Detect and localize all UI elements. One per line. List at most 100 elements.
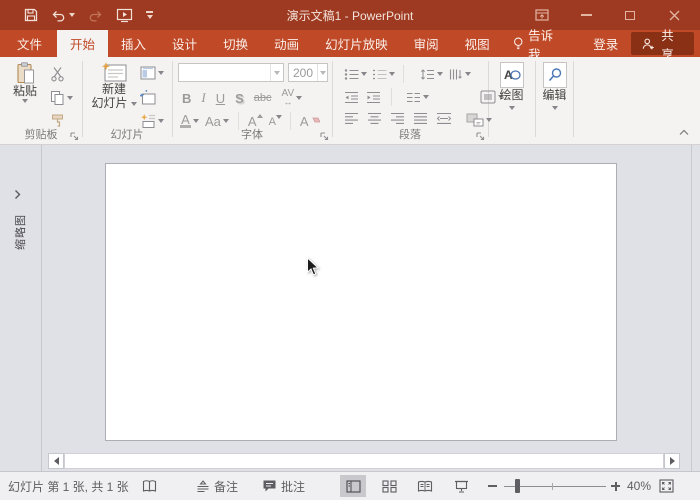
bold-button[interactable]: B <box>182 91 191 106</box>
paste-button[interactable]: 粘贴 <box>8 62 42 103</box>
copy-button[interactable] <box>50 90 73 106</box>
section-dropdown-icon <box>158 119 164 123</box>
slide-sorter-view-button[interactable] <box>376 475 402 497</box>
reading-view-button[interactable] <box>412 475 438 497</box>
tab-design[interactable]: 设计 <box>159 30 210 57</box>
decrease-indent-button[interactable] <box>344 91 359 104</box>
text-direction-button[interactable] <box>448 68 471 81</box>
font-name-combo[interactable] <box>178 63 284 82</box>
tab-file[interactable]: 文件 <box>2 30 57 57</box>
zoom-slider-thumb[interactable] <box>515 479 520 493</box>
slide-counter[interactable]: 幻灯片 第 1 张, 共 1 张 <box>8 472 129 500</box>
increase-indent-button[interactable] <box>366 91 381 104</box>
drawing-button[interactable]: A 绘图 <box>499 62 524 110</box>
zoom-slider-center-tick <box>552 483 553 490</box>
zoom-in-button[interactable] <box>611 472 620 500</box>
maximize-button[interactable] <box>608 0 652 30</box>
ribbon-tab-row: 文件 开始 插入 设计 切换 动画 幻灯片放映 审阅 视图 告诉我... 登录 … <box>0 30 700 57</box>
font-dialog-launcher[interactable] <box>318 130 329 141</box>
reset-slide-button[interactable] <box>140 90 156 105</box>
undo-dropdown-icon[interactable] <box>69 13 75 17</box>
numbering-button[interactable] <box>372 68 395 81</box>
save-button[interactable] <box>24 8 38 22</box>
share-button[interactable]: 共享 <box>631 32 694 55</box>
comment-icon <box>262 479 277 493</box>
zoom-level[interactable]: 40% <box>627 472 651 500</box>
tab-animations[interactable]: 动画 <box>261 30 312 57</box>
underline-button[interactable]: U <box>216 91 225 106</box>
view-switcher <box>340 475 474 497</box>
increase-indent-icon <box>366 91 381 104</box>
proofing-button[interactable] <box>142 472 157 500</box>
thumbnails-pane-label: 缩略图 <box>12 191 28 273</box>
collapse-ribbon-button[interactable] <box>678 126 690 140</box>
tab-view[interactable]: 视图 <box>452 30 503 57</box>
person-add-icon <box>642 37 655 51</box>
tell-me-box[interactable]: 告诉我... <box>503 30 581 57</box>
tab-review[interactable]: 审阅 <box>401 30 452 57</box>
decrease-indent-icon <box>344 91 359 104</box>
hscroll-left-button[interactable] <box>48 453 64 469</box>
bullets-button[interactable] <box>344 68 367 81</box>
zoom-out-button[interactable] <box>488 472 497 500</box>
layout-button[interactable] <box>140 66 164 80</box>
comments-label: 批注 <box>281 478 305 495</box>
strikethrough-button[interactable]: abc <box>254 92 272 104</box>
undo-icon <box>51 9 66 22</box>
tab-slideshow[interactable]: 幻灯片放映 <box>312 30 401 57</box>
scissors-icon <box>50 66 65 82</box>
char-spacing-button[interactable]: AV ↔ <box>282 90 303 106</box>
slide-canvas[interactable] <box>105 163 617 441</box>
grow-arrow-icon <box>257 114 263 118</box>
title-bar: 演示文稿1 - PowerPoint <box>0 0 700 30</box>
fit-slide-to-window-button[interactable] <box>659 472 674 500</box>
paragraph-dialog-launcher[interactable] <box>474 130 485 141</box>
minimize-button[interactable] <box>564 0 608 30</box>
editing-dropdown-icon <box>552 106 558 110</box>
lightbulb-icon <box>513 36 524 51</box>
hscroll-track[interactable] <box>64 453 664 469</box>
normal-view-button[interactable] <box>340 475 366 497</box>
tab-insert[interactable]: 插入 <box>108 30 159 57</box>
font-size-dropdown-icon <box>317 64 327 81</box>
cut-button[interactable] <box>50 66 65 82</box>
customize-qat-button[interactable] <box>146 11 153 18</box>
comments-toggle[interactable]: 批注 <box>262 472 305 500</box>
smartart-icon <box>466 113 484 127</box>
paste-label: 粘贴 <box>13 85 37 98</box>
line-spacing-icon <box>420 68 435 81</box>
bullets-icon <box>344 68 359 81</box>
numbering-icon <box>372 68 387 81</box>
group-paragraph: 段落 <box>332 57 488 144</box>
hscroll-right-button[interactable] <box>664 453 680 469</box>
tab-transitions[interactable]: 切换 <box>210 30 261 57</box>
notes-toggle[interactable]: 备注 <box>196 472 238 500</box>
line-spacing-button[interactable] <box>420 68 443 81</box>
clipboard-dialog-launcher[interactable] <box>68 130 79 141</box>
slideshow-view-button[interactable] <box>448 475 474 497</box>
start-slideshow-button[interactable] <box>116 8 133 23</box>
search-icon <box>547 67 563 83</box>
tab-home[interactable]: 开始 <box>57 30 108 57</box>
new-slide-button[interactable]: 新建 幻灯片 <box>90 62 138 110</box>
thumbnails-pane-collapsed[interactable]: 缩略图 <box>0 145 42 471</box>
align-left-icon <box>344 112 359 125</box>
drawing-label: 绘图 <box>499 89 523 102</box>
distribute-icon <box>436 112 452 125</box>
dialog-launcher-icon <box>69 131 79 141</box>
arrow-left-icon <box>54 457 59 465</box>
align-right-icon <box>390 112 405 125</box>
redo-button[interactable] <box>88 9 103 22</box>
undo-button[interactable] <box>51 9 75 22</box>
shrink-arrow-icon <box>276 115 282 119</box>
ribbon: 粘贴 剪贴板 <box>0 57 700 145</box>
text-shadow-button[interactable]: S <box>235 91 244 106</box>
font-size-combo[interactable]: 200 <box>288 63 328 82</box>
editing-button[interactable]: 编辑 <box>542 62 567 110</box>
text-direction-icon <box>448 68 463 81</box>
group-editing: 编辑 <box>535 57 573 144</box>
columns-button[interactable] <box>406 91 429 104</box>
sign-in-button[interactable]: 登录 <box>580 30 631 57</box>
notes-label: 备注 <box>214 478 238 495</box>
italic-button[interactable]: I <box>201 90 205 106</box>
